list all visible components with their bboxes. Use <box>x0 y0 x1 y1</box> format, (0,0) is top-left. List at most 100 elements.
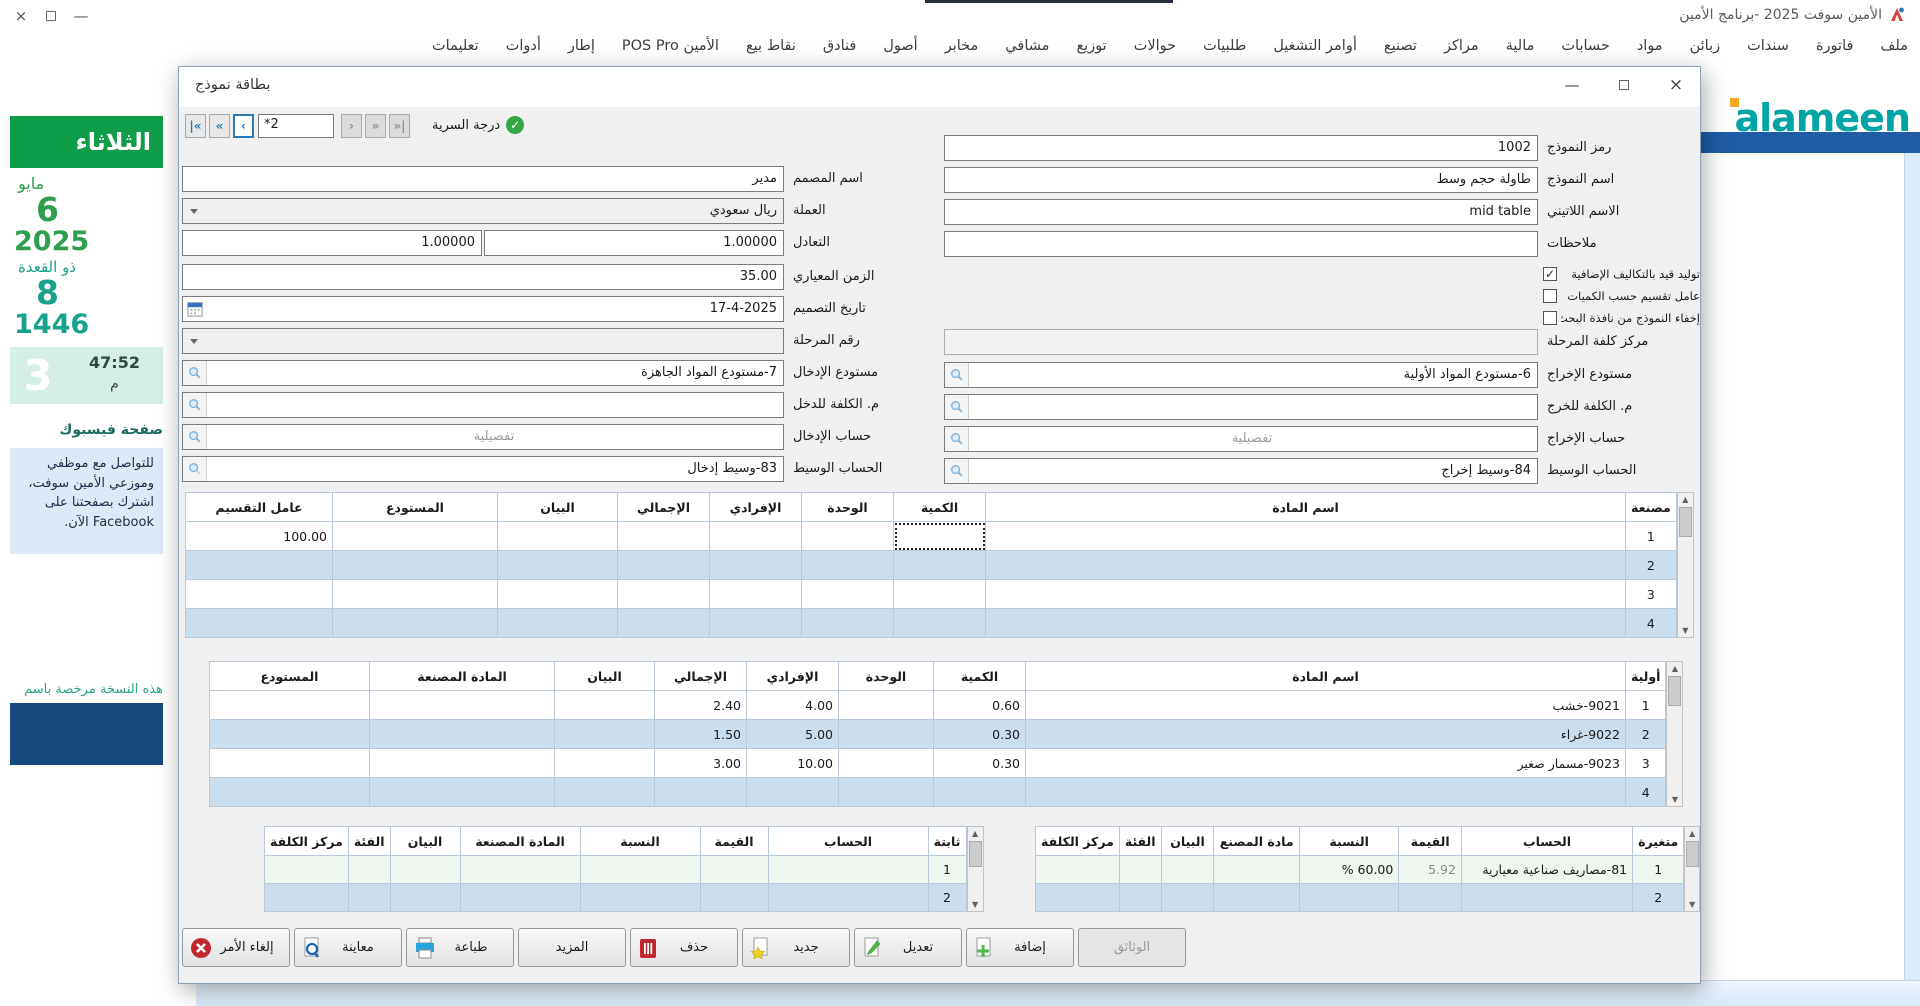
menu-help[interactable]: تعليمات <box>432 38 479 54</box>
grid-cell[interactable] <box>186 580 333 609</box>
search-icon[interactable] <box>183 425 207 449</box>
material-name-cell[interactable]: 9021-خشب <box>1026 691 1626 720</box>
grid-cell[interactable] <box>747 778 839 807</box>
total-cell[interactable]: 1.50 <box>655 720 747 749</box>
search-icon[interactable] <box>183 393 207 417</box>
nav-fast-prev-button[interactable]: « <box>209 114 230 138</box>
search-icon[interactable] <box>183 361 207 385</box>
calendar-icon[interactable] <box>183 297 207 321</box>
unit-price-cell[interactable]: 10.00 <box>747 749 839 778</box>
cancel-button[interactable]: إلغاء الأمر <box>182 928 290 967</box>
grid-cell[interactable] <box>333 522 498 551</box>
grid-cell[interactable] <box>1461 884 1632 912</box>
input-account-input[interactable]: تفصيلية <box>182 424 784 450</box>
parity-input-secondary[interactable]: 1.00000 <box>182 230 482 256</box>
account-cell[interactable]: 81-مصاريف صناعية معيارية <box>1461 856 1632 884</box>
grid-cell[interactable] <box>370 749 555 778</box>
grid-cell[interactable] <box>839 778 934 807</box>
dialog-titlebar[interactable]: بطاقة نموذج — × <box>179 67 1700 107</box>
manufactured-table-scrollbar[interactable]: ▲▼ <box>1677 492 1694 638</box>
menu-pos[interactable]: نقاط بيع <box>746 38 796 54</box>
grid-cell[interactable] <box>618 580 710 609</box>
search-icon[interactable] <box>945 363 969 387</box>
menu-distribution[interactable]: توزيع <box>1076 38 1106 54</box>
nav-first-button[interactable]: |« <box>185 114 206 138</box>
grid-cell[interactable] <box>1036 884 1120 912</box>
qty-cell[interactable]: 0.30 <box>934 720 1026 749</box>
raw-table-scrollbar[interactable]: ▲▼ <box>1666 661 1683 807</box>
menu-manufacturing[interactable]: تصنيع <box>1384 38 1417 54</box>
dialog-close-icon[interactable]: × <box>1666 75 1686 95</box>
grid-cell[interactable] <box>986 522 1626 551</box>
grid-cell[interactable] <box>894 551 986 580</box>
input-cost-center-input[interactable] <box>182 392 784 418</box>
output-warehouse-input[interactable]: 6-مستودع المواد الأولية <box>944 362 1538 388</box>
grid-cell[interactable] <box>618 551 710 580</box>
menu-vouchers[interactable]: سندات <box>1747 38 1789 54</box>
grid-cell[interactable] <box>370 720 555 749</box>
grid-cell[interactable] <box>710 609 802 638</box>
security-level[interactable]: درجة السرية ✓ <box>432 116 524 134</box>
grid-cell[interactable] <box>986 580 1626 609</box>
grid-cell[interactable] <box>1399 884 1462 912</box>
menu-customers[interactable]: زبائن <box>1690 38 1721 54</box>
grid-cell[interactable] <box>210 691 370 720</box>
material-name-cell[interactable]: 9023-مسمار صغير <box>1026 749 1626 778</box>
input-warehouse-input[interactable]: 7-مستودع المواد الجاهزة <box>182 360 784 386</box>
parity-input[interactable]: 1.00000 <box>484 230 784 256</box>
grid-cell[interactable] <box>986 551 1626 580</box>
main-minimize-icon[interactable]: — <box>70 7 92 25</box>
menu-transfers[interactable]: حوالات <box>1134 38 1176 54</box>
grid-cell[interactable] <box>186 609 333 638</box>
notes-input[interactable] <box>944 231 1538 257</box>
fixed-table-scrollbar[interactable]: ▲▼ <box>967 826 984 912</box>
content-vertical-scrollbar[interactable] <box>1904 153 1920 980</box>
nav-prev-button[interactable]: ‹ <box>233 114 254 138</box>
preview-button[interactable]: معاينة <box>294 928 402 967</box>
grid-cell[interactable] <box>1026 778 1626 807</box>
menu-frame[interactable]: إطار <box>568 38 595 54</box>
menu-hotels[interactable]: فنادق <box>823 38 856 54</box>
grid-cell[interactable] <box>700 884 768 912</box>
grid-cell[interactable] <box>390 884 460 912</box>
more-button[interactable]: المزيد <box>518 928 626 967</box>
grid-cell[interactable] <box>986 609 1626 638</box>
search-icon[interactable] <box>945 427 969 451</box>
grid-cell[interactable] <box>934 778 1026 807</box>
output-cost-center-input[interactable] <box>944 394 1538 420</box>
intermediate-out-account-input[interactable]: 84-وسيط إخراج <box>944 458 1538 484</box>
grid-cell[interactable] <box>555 778 655 807</box>
grid-cell[interactable] <box>460 884 580 912</box>
latin-name-input[interactable]: mid table <box>944 199 1538 225</box>
menu-pos-pro[interactable]: الأمين POS Pro <box>622 38 719 54</box>
material-name-cell[interactable]: 9022-غراء <box>1026 720 1626 749</box>
grid-cell[interactable] <box>498 580 618 609</box>
value-cell[interactable]: 5.92 <box>1399 856 1462 884</box>
total-cell[interactable]: 3.00 <box>655 749 747 778</box>
grid-cell[interactable] <box>1119 856 1161 884</box>
model-code-input[interactable]: 1002 <box>944 135 1538 161</box>
divide-factor-cell[interactable]: 100.00 <box>186 522 333 551</box>
grid-cell[interactable] <box>210 749 370 778</box>
grid-cell[interactable] <box>802 580 894 609</box>
delete-button[interactable]: حذف <box>630 928 738 967</box>
focused-qty-cell[interactable] <box>894 522 986 551</box>
menu-tools[interactable]: أدوات <box>506 38 541 54</box>
grid-cell[interactable] <box>710 580 802 609</box>
grid-cell[interactable] <box>768 884 928 912</box>
grid-cell[interactable] <box>618 522 710 551</box>
grid-cell[interactable] <box>370 778 555 807</box>
dialog-minimize-icon[interactable]: — <box>1562 76 1582 94</box>
search-icon[interactable] <box>183 457 207 481</box>
grid-cell[interactable] <box>1214 884 1300 912</box>
grid-cell[interactable] <box>839 720 934 749</box>
grid-cell[interactable] <box>498 522 618 551</box>
menu-labs[interactable]: مخابر <box>945 38 979 54</box>
menu-assets[interactable]: أصول <box>883 38 917 54</box>
grid-cell[interactable] <box>1036 856 1120 884</box>
stage-number-select[interactable] <box>182 328 784 354</box>
new-button[interactable]: جديد <box>742 928 850 967</box>
grid-cell[interactable] <box>839 691 934 720</box>
main-maximize-icon[interactable] <box>40 7 62 25</box>
designer-input[interactable]: مدير <box>182 166 784 192</box>
